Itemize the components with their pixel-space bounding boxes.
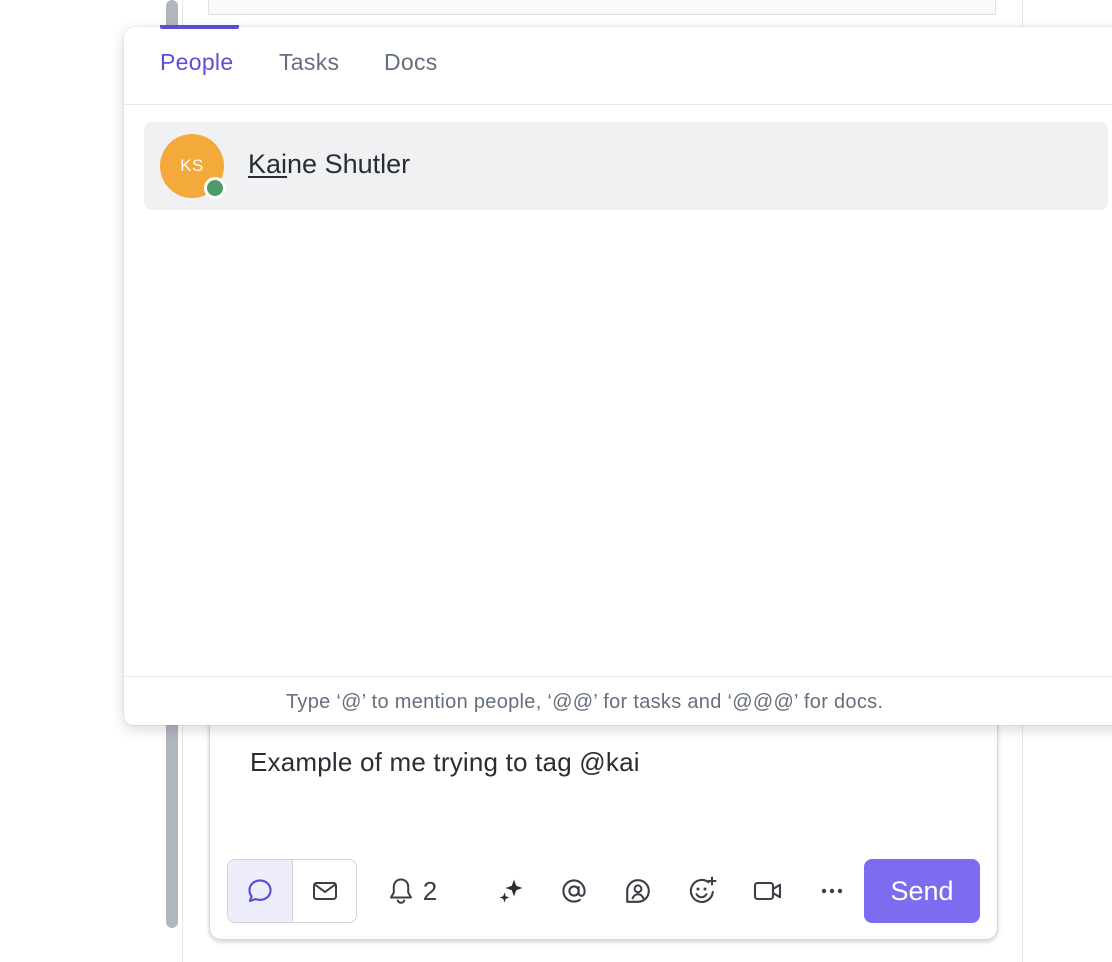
mention-button[interactable]: [549, 859, 599, 923]
previous-comment-box: [208, 0, 996, 15]
more-options-button[interactable]: [807, 859, 857, 923]
person-name: Kaine Shutler: [248, 149, 410, 180]
notify-button[interactable]: 2: [377, 859, 447, 923]
comment-input[interactable]: Example of me trying to tag @kai: [250, 747, 640, 778]
email-mode-button[interactable]: [292, 860, 356, 922]
comment-icon: [248, 879, 272, 903]
assign-user-icon: [626, 879, 650, 903]
online-status-dot: [204, 177, 226, 199]
assign-button[interactable]: [613, 859, 663, 923]
ai-button[interactable]: [486, 859, 536, 923]
tab-people[interactable]: People: [160, 49, 233, 76]
mention-hint-footer: Type ‘@’ to mention people, ‘@@’ for tas…: [124, 676, 1112, 725]
tab-docs[interactable]: Docs: [384, 49, 438, 76]
video-icon: [753, 881, 782, 901]
mention-hint-text: Type ‘@’ to mention people, ‘@@’ for tas…: [286, 691, 884, 713]
ai-sparkle-icon: [499, 879, 523, 903]
video-button[interactable]: [742, 859, 794, 923]
active-tab-indicator: [160, 25, 239, 29]
name-rest: ne Shutler: [287, 149, 411, 179]
comment-mode-button[interactable]: [228, 860, 292, 922]
email-icon: [312, 882, 337, 900]
mention-result-item[interactable]: KS Kaine Shutler: [144, 122, 1108, 210]
more-icon: [821, 888, 843, 894]
mention-icon: [562, 879, 586, 903]
mention-tabs: People Tasks Docs: [124, 25, 1112, 105]
emoji-button[interactable]: [677, 859, 727, 923]
name-match-highlight: Kai: [248, 149, 288, 179]
notify-count: 2: [422, 875, 438, 906]
composer-toolbar: 2 Send: [227, 859, 982, 923]
mention-popup: People Tasks Docs KS Kaine Shutler Type …: [124, 25, 1112, 725]
app-stage: Example of me trying to tag @kai 2 Send …: [0, 0, 1112, 962]
comment-mode-toggle: [227, 859, 357, 923]
emoji-add-icon: [689, 876, 717, 904]
tab-tasks[interactable]: Tasks: [279, 49, 339, 76]
bell-icon: [389, 878, 412, 904]
send-button[interactable]: Send: [864, 859, 980, 923]
